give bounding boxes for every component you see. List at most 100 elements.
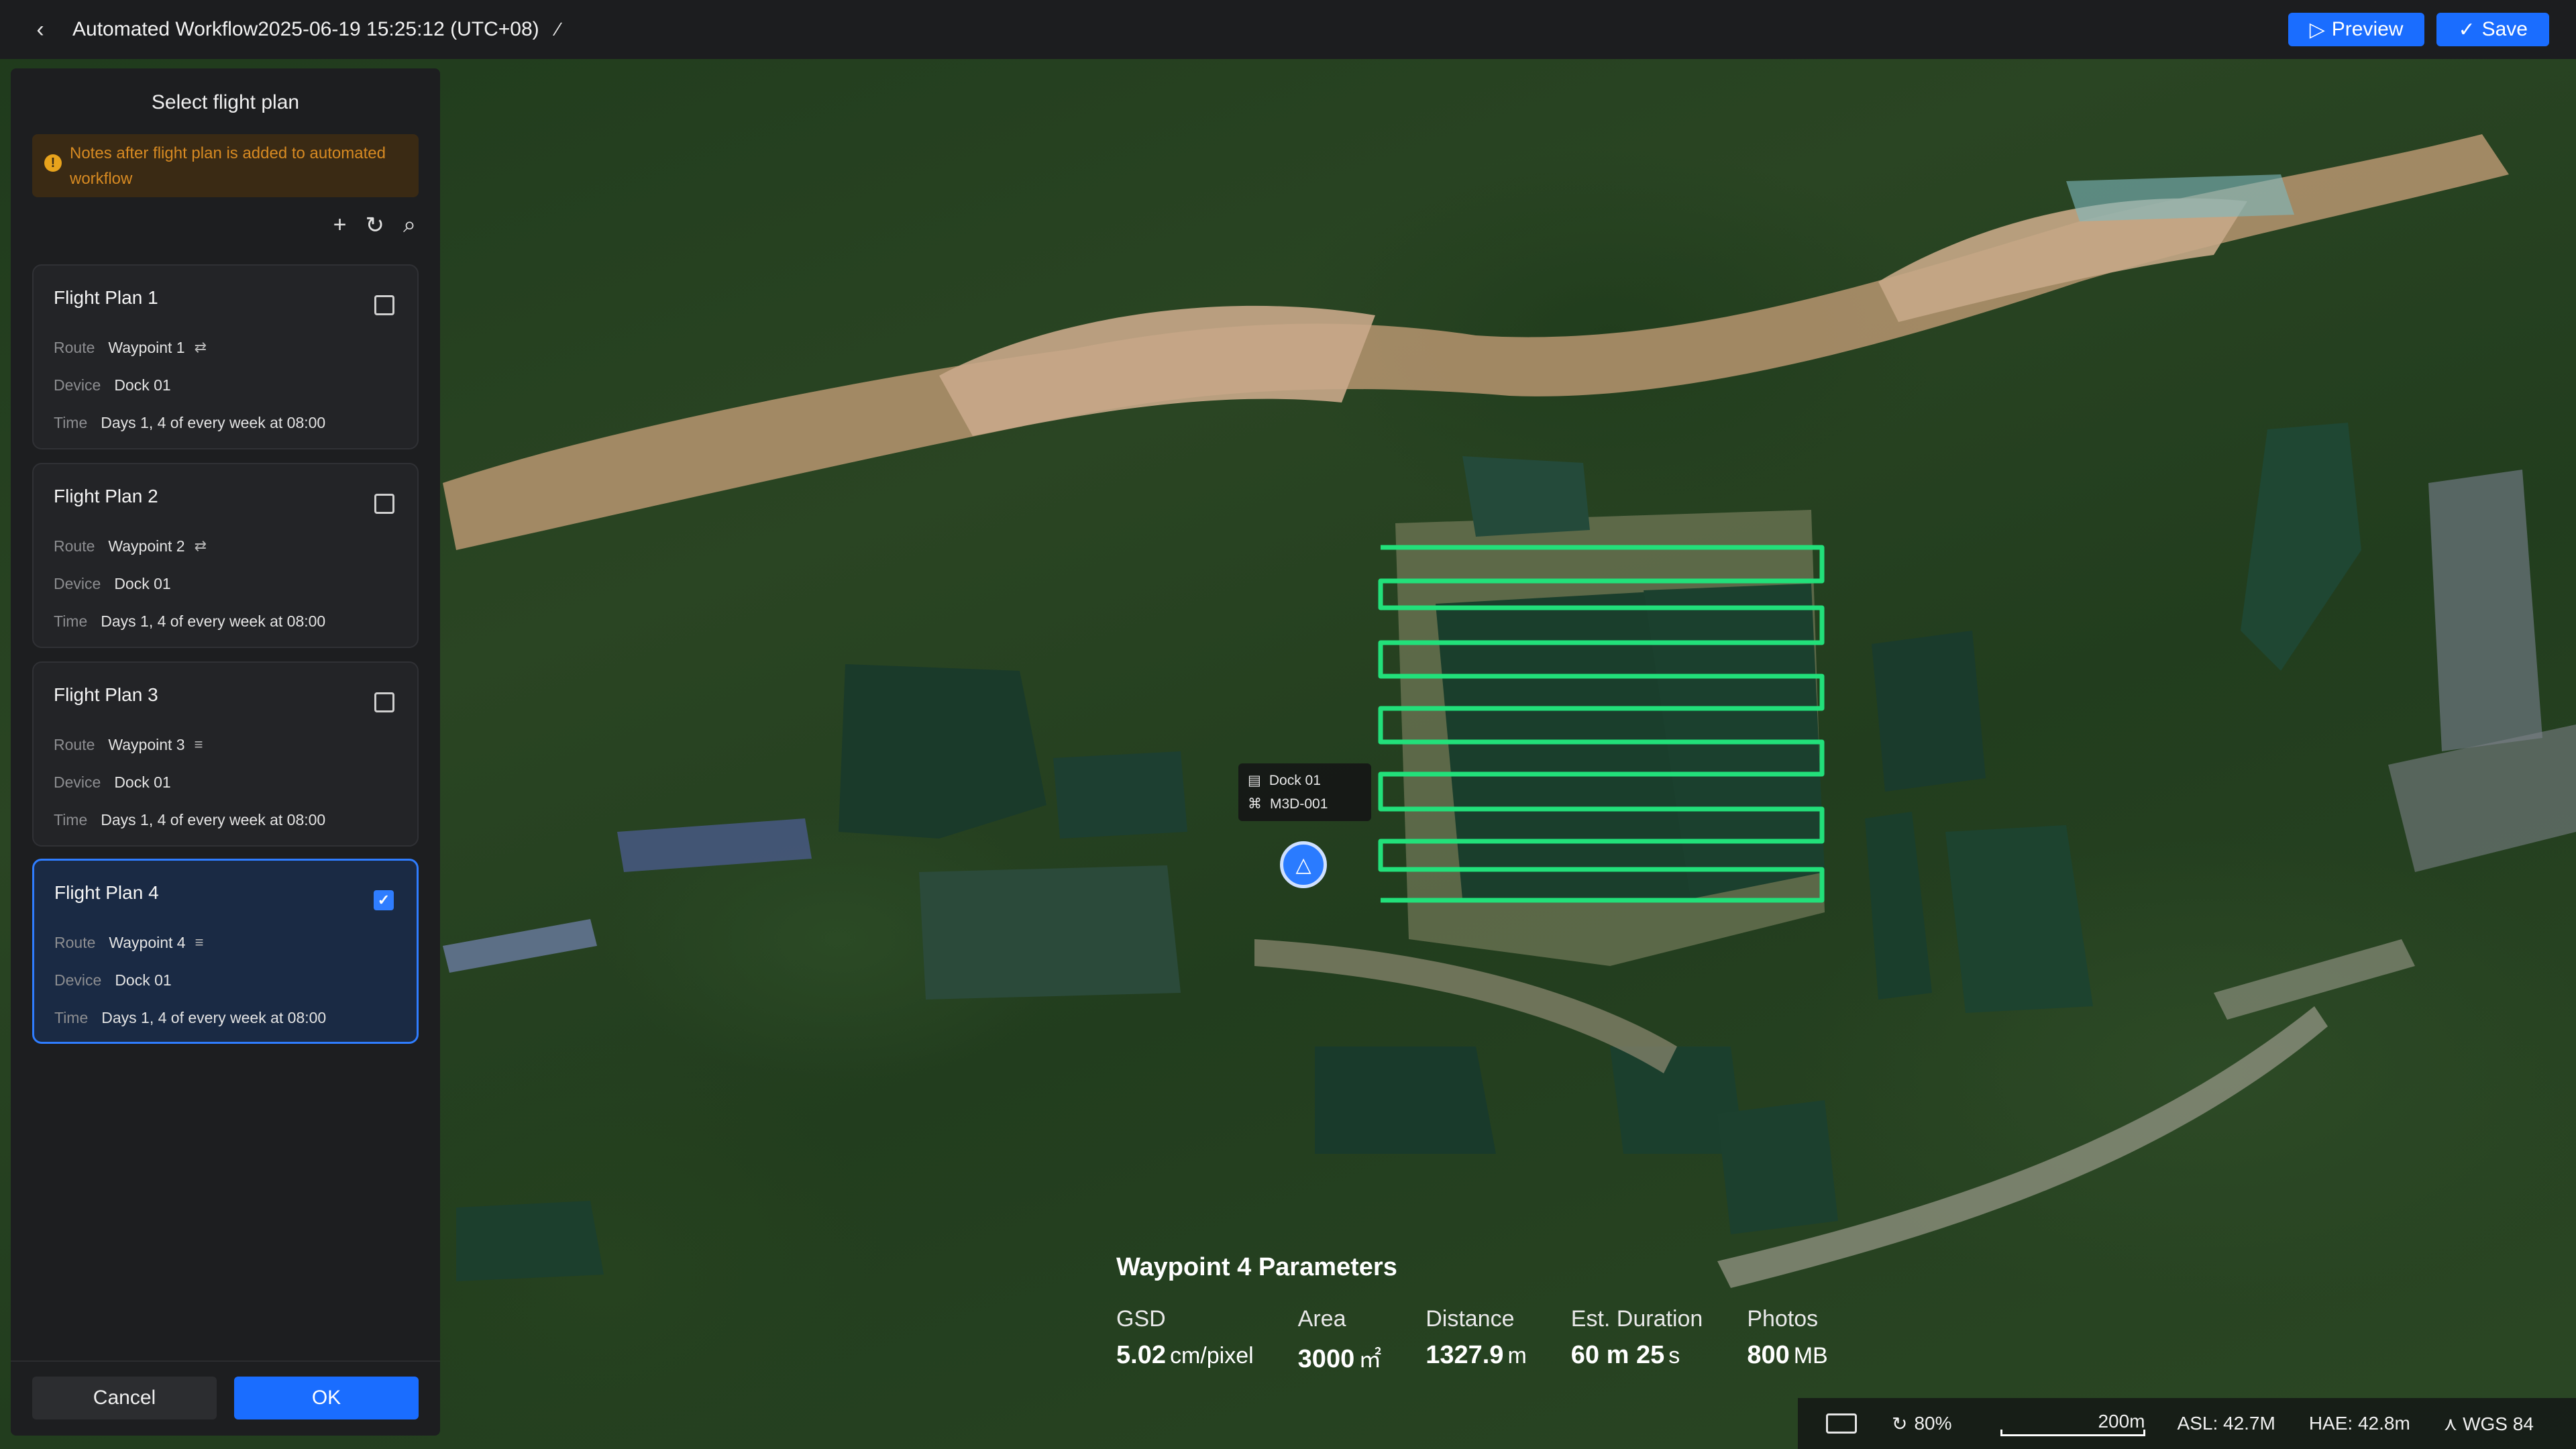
- time-label: Time: [54, 413, 88, 431]
- param-distance: Distance 1327.9 m: [1426, 1306, 1527, 1374]
- param-label: Est. Duration: [1570, 1306, 1703, 1332]
- dock-info-tag[interactable]: ▤ Dock 01 ⌘ M3D-001: [1238, 763, 1371, 821]
- chevron-left-icon[interactable]: ‹: [27, 16, 54, 43]
- param-unit: MB: [1793, 1343, 1828, 1368]
- plan-checkbox[interactable]: [374, 295, 394, 315]
- route-label: Route: [54, 933, 96, 951]
- param-gsd: GSD 5.02 cm/pixel: [1116, 1306, 1254, 1374]
- plus-icon[interactable]: +: [333, 212, 347, 251]
- param-value: 5.02 cm/pixel: [1116, 1341, 1254, 1370]
- device-label: Device: [54, 971, 102, 989]
- plan-checkbox[interactable]: [374, 494, 394, 514]
- crs-value: WGS 84: [2463, 1413, 2534, 1434]
- time-value: Days 1, 4 of every week at 08:00: [101, 413, 326, 431]
- param-number: 3000: [1297, 1345, 1355, 1373]
- param-label: GSD: [1116, 1306, 1166, 1332]
- device-value: Dock 01: [114, 376, 171, 394]
- flight-plan-card[interactable]: Flight Plan 1 Route Waypoint 1 ⇄ Device …: [32, 264, 419, 449]
- ok-button[interactable]: OK: [234, 1377, 419, 1419]
- param-unit: ㎡: [1358, 1347, 1382, 1373]
- header-actions: ▷ Preview ✓ Save: [2288, 13, 2549, 46]
- plan-device-row: Device Dock 01: [54, 961, 417, 999]
- param-number: 1327.9: [1426, 1341, 1504, 1369]
- param-photos: Photos 800 MB: [1747, 1306, 1827, 1374]
- time-value: Days 1, 4 of every week at 08:00: [101, 810, 326, 828]
- device-label: Device: [54, 574, 101, 592]
- device-value: Dock 01: [115, 971, 172, 989]
- plan-checkbox-checked[interactable]: ✓: [374, 890, 394, 910]
- flight-plan-panel: Select flight plan ! Notes after flight …: [11, 68, 440, 1436]
- plan-device-row: Device Dock 01: [54, 565, 417, 602]
- save-button[interactable]: ✓ Save: [2436, 13, 2549, 46]
- param-duration: Est. Duration 60 m 25 s: [1571, 1306, 1703, 1374]
- compass-icon: ⋏: [2443, 1413, 2458, 1434]
- panel-footer: Cancel OK: [11, 1360, 440, 1436]
- dock-icon: ▤: [1248, 773, 1261, 788]
- time-label: Time: [54, 1008, 89, 1026]
- drone-row: ⌘ M3D-001: [1248, 792, 1362, 816]
- panel-title: Select flight plan: [151, 91, 300, 113]
- route-path: [1378, 545, 1825, 903]
- route-value: Waypoint 4: [109, 933, 186, 951]
- notice-banner[interactable]: ! Notes after flight plan is added to au…: [32, 134, 419, 197]
- save-icon: ✓: [2458, 18, 2475, 41]
- zoom-indicator: ↻ 80%: [1892, 1413, 1952, 1435]
- route-type-icon: ⇄: [194, 537, 207, 554]
- refresh-icon[interactable]: ↻: [365, 212, 384, 251]
- dock-location-marker[interactable]: △: [1280, 841, 1327, 888]
- param-number: 800: [1747, 1341, 1790, 1369]
- param-unit: s: [1668, 1343, 1680, 1368]
- dock-row: ▤ Dock 01: [1248, 769, 1362, 792]
- param-value: 1327.9 m: [1426, 1341, 1527, 1370]
- zoom-value: 80%: [1914, 1413, 1952, 1434]
- param-number: 60 m 25: [1570, 1341, 1665, 1369]
- route-label: Route: [54, 338, 95, 356]
- param-value: 800 MB: [1747, 1341, 1827, 1370]
- plan-time-row: Time Days 1, 4 of every week at 08:00: [54, 801, 417, 839]
- parameters-title: Waypoint 4 Parameters: [1116, 1253, 1397, 1281]
- plan-route-row: Route Waypoint 1 ⇄: [54, 329, 417, 366]
- parameters-grid: GSD 5.02 cm/pixel Area 3000 ㎡ Distance 132…: [1116, 1306, 1872, 1374]
- plan-checkbox[interactable]: [374, 692, 394, 712]
- param-label: Area: [1297, 1306, 1346, 1332]
- play-circle-icon: ▷: [2309, 18, 2325, 41]
- device-value: Dock 01: [114, 773, 171, 791]
- plan-time-row: Time Days 1, 4 of every week at 08:00: [54, 999, 417, 1036]
- param-unit: m: [1507, 1343, 1527, 1368]
- search-icon[interactable]: ⌕: [403, 212, 416, 251]
- warning-icon: !: [44, 154, 62, 172]
- device-value: Dock 01: [114, 574, 171, 592]
- flight-plan-card-selected[interactable]: Flight Plan 4 Route Waypoint 4 ≡ Device …: [32, 859, 419, 1044]
- mapping-route-icon: ≡: [194, 736, 203, 753]
- keyboard-icon[interactable]: [1826, 1413, 1857, 1434]
- preview-button-label: Preview: [2331, 18, 2404, 40]
- scale-bar-line: [2000, 1430, 2145, 1436]
- time-label: Time: [54, 810, 88, 828]
- scale-bar: 200m: [2000, 1411, 2145, 1436]
- drone-icon: ⌘: [1248, 796, 1262, 812]
- plan-time-row: Time Days 1, 4 of every week at 08:00: [54, 404, 417, 441]
- refresh-loading-icon: ↻: [1892, 1413, 1908, 1434]
- dock-marker-icon: △: [1295, 853, 1311, 876]
- route-label: Route: [54, 537, 95, 555]
- flight-plan-card[interactable]: Flight Plan 2 Route Waypoint 2 ⇄ Device …: [32, 463, 419, 648]
- panel-toolbar: + ↻ ⌕: [11, 197, 440, 251]
- plan-route-row: Route Waypoint 2 ⇄: [54, 527, 417, 565]
- flight-plan-card[interactable]: Flight Plan 3 Route Waypoint 3 ≡ Device …: [32, 661, 419, 847]
- param-label: Distance: [1426, 1306, 1515, 1332]
- param-area: Area 3000 ㎡: [1298, 1306, 1382, 1374]
- preview-button[interactable]: ▷ Preview: [2288, 13, 2425, 46]
- route-value: Waypoint 2: [108, 537, 185, 555]
- plan-route-row: Route Waypoint 3 ≡: [54, 726, 417, 763]
- pencil-icon[interactable]: ∕: [557, 19, 560, 40]
- drone-name: M3D-001: [1270, 796, 1328, 812]
- plan-time-row: Time Days 1, 4 of every week at 08:00: [54, 602, 417, 640]
- time-value: Days 1, 4 of every week at 08:00: [101, 612, 326, 630]
- route-type-icon: ⇄: [194, 339, 207, 356]
- time-label: Time: [54, 612, 88, 630]
- time-value: Days 1, 4 of every week at 08:00: [101, 1008, 327, 1026]
- plan-name: Flight Plan 4: [54, 882, 159, 903]
- param-value: 60 m 25 s: [1571, 1341, 1703, 1370]
- notice-text: Notes after flight plan is added to auto…: [70, 144, 386, 188]
- cancel-button[interactable]: Cancel: [32, 1377, 217, 1419]
